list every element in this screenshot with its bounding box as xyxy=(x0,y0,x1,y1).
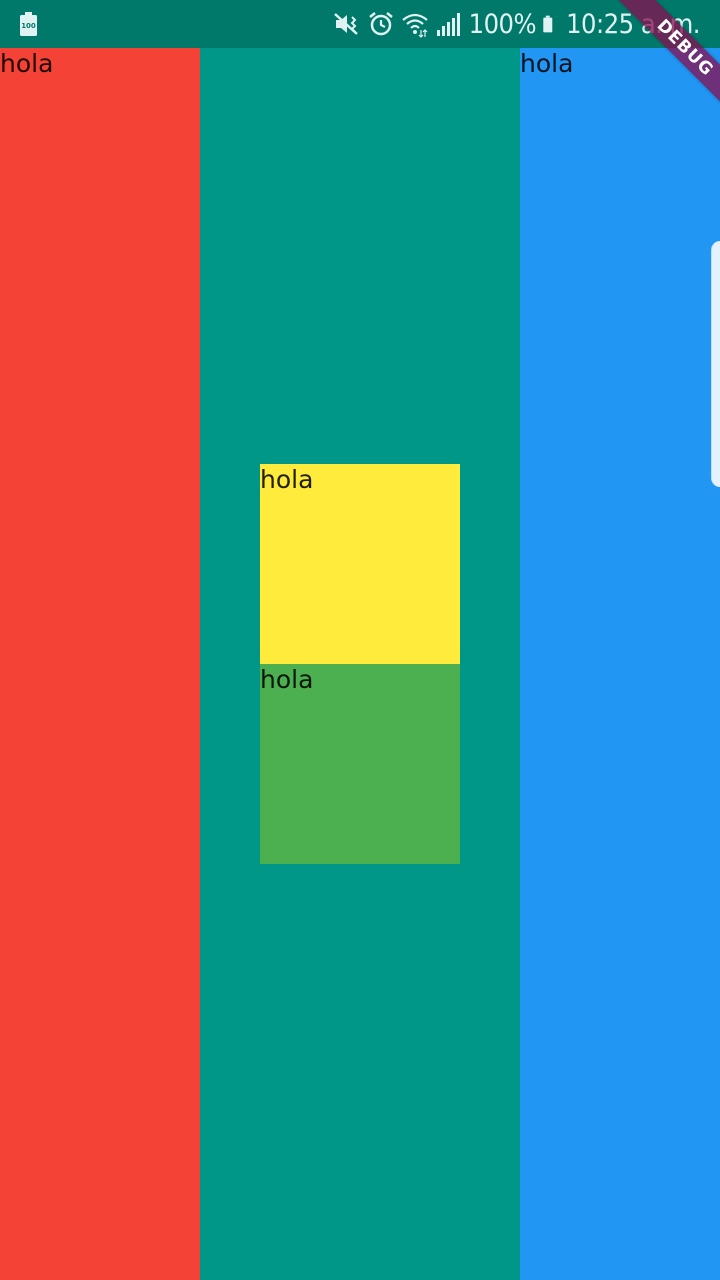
battery-saver-icon: 100 xyxy=(20,12,37,36)
yellow-box: hola xyxy=(260,464,460,664)
green-box-label: hola xyxy=(260,665,314,694)
status-bar: 100 100% 10:25 a. m. xyxy=(0,0,720,48)
battery-percentage: 100% xyxy=(468,8,537,40)
app-screen: 100 100% 10:25 a. m. hola hola hola hola… xyxy=(0,0,720,1280)
svg-text:100: 100 xyxy=(21,22,36,30)
left-column: hola xyxy=(0,48,200,1280)
mute-vibrate-icon xyxy=(333,13,358,35)
alarm-icon xyxy=(368,12,393,36)
left-column-label: hola xyxy=(0,49,54,78)
edge-panel-handle[interactable] xyxy=(711,241,720,487)
wifi-icon xyxy=(401,13,428,38)
signal-icon xyxy=(436,13,460,36)
yellow-box-label: hola xyxy=(260,465,314,494)
battery-icon xyxy=(543,15,553,33)
right-column: hola xyxy=(520,48,720,1280)
green-box: hola xyxy=(260,664,460,864)
right-column-label: hola xyxy=(520,49,574,78)
